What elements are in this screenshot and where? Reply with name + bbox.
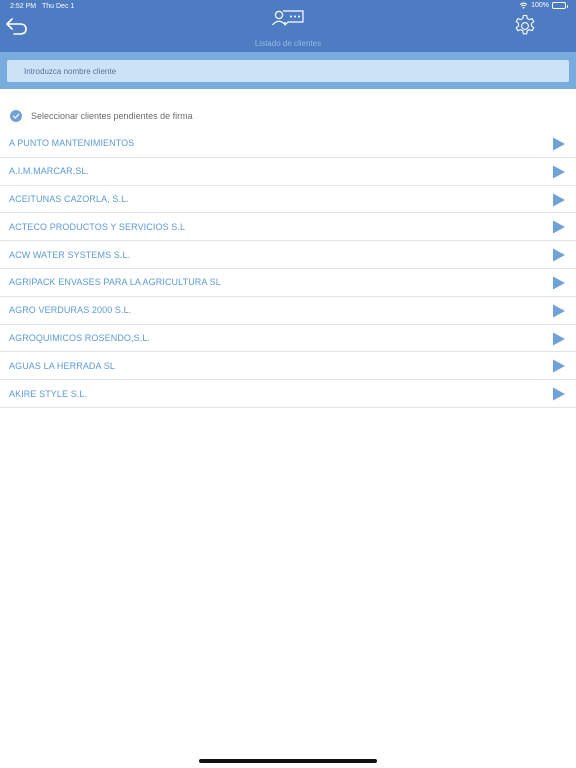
pending-signature-filter[interactable]: Seleccionar clientes pendientes de firma [0, 107, 576, 125]
list-item[interactable]: ACW WATER SYSTEMS S.L. [0, 241, 576, 269]
client-name: AGUAS LA HERRADA SL [9, 360, 115, 371]
status-indicators: 100% [519, 2, 568, 9]
client-list: A PUNTO MANTENIMIENTOS A.I.M.MARCAR,SL. … [0, 130, 576, 408]
client-list-screen: 2:52 PM Thu Dec 1 100% Listado de client… [0, 0, 576, 768]
clients-list-icon [272, 10, 304, 26]
play-arrow-icon[interactable] [552, 276, 566, 290]
play-arrow-icon[interactable] [552, 220, 566, 234]
client-name: ACTECO PRODUCTOS Y SERVICIOS S.L [9, 221, 186, 232]
list-item[interactable]: AGRO VERDURAS 2000 S.L. [0, 297, 576, 325]
list-item[interactable]: ACEITUNAS CAZORLA, S.L. [0, 186, 576, 214]
list-item[interactable]: A.I.M.MARCAR,SL. [0, 158, 576, 186]
client-name: AGROQUIMICOS ROSENDO,S.L. [9, 332, 151, 343]
list-item[interactable]: ACTECO PRODUCTOS Y SERVICIOS S.L [0, 213, 576, 242]
play-arrow-icon[interactable] [552, 248, 566, 262]
client-name: ACW WATER SYSTEMS S.L. [9, 249, 131, 260]
list-item[interactable]: AGRIPACK ENVASES PARA LA AGRICULTURA SL [0, 269, 576, 297]
client-name: A PUNTO MANTENIMIENTOS [9, 138, 135, 149]
battery-percent: 100% [531, 2, 549, 9]
client-name: AGRO VERDURAS 2000 S.L. [9, 305, 132, 316]
list-item[interactable]: A PUNTO MANTENIMIENTOS [0, 130, 576, 158]
play-arrow-icon[interactable] [552, 359, 566, 373]
list-item[interactable]: AKIRE STYLE S.L. [0, 380, 576, 408]
client-name: ACEITUNAS CAZORLA, S.L. [9, 193, 129, 204]
play-arrow-icon[interactable] [552, 387, 566, 401]
client-name: AKIRE STYLE S.L. [9, 388, 88, 399]
battery-icon [552, 2, 568, 9]
header-title-group: Listado de clientes [0, 9, 576, 48]
checkmark-icon[interactable] [10, 110, 22, 122]
list-item[interactable]: AGROQUIMICOS ROSENDO,S.L. [0, 325, 576, 353]
play-arrow-icon[interactable] [552, 193, 566, 207]
client-name: AGRIPACK ENVASES PARA LA AGRICULTURA SL [9, 277, 221, 288]
home-indicator[interactable] [199, 759, 377, 763]
page-title: Listado de clientes [254, 39, 322, 48]
filter-label: Seleccionar clientes pendientes de firma [31, 111, 193, 121]
settings-button[interactable] [512, 13, 538, 39]
search-bar [0, 52, 576, 89]
play-arrow-icon[interactable] [552, 332, 566, 346]
gear-icon [515, 14, 535, 35]
play-arrow-icon[interactable] [552, 304, 566, 318]
search-input[interactable] [7, 60, 569, 82]
navigation-bar: 2:52 PM Thu Dec 1 100% Listado de client… [0, 0, 576, 52]
play-arrow-icon[interactable] [552, 165, 566, 179]
wifi-icon [519, 2, 528, 9]
play-arrow-icon[interactable] [552, 137, 566, 151]
client-name: A.I.M.MARCAR,SL. [9, 166, 90, 177]
list-item[interactable]: AGUAS LA HERRADA SL [0, 352, 576, 381]
